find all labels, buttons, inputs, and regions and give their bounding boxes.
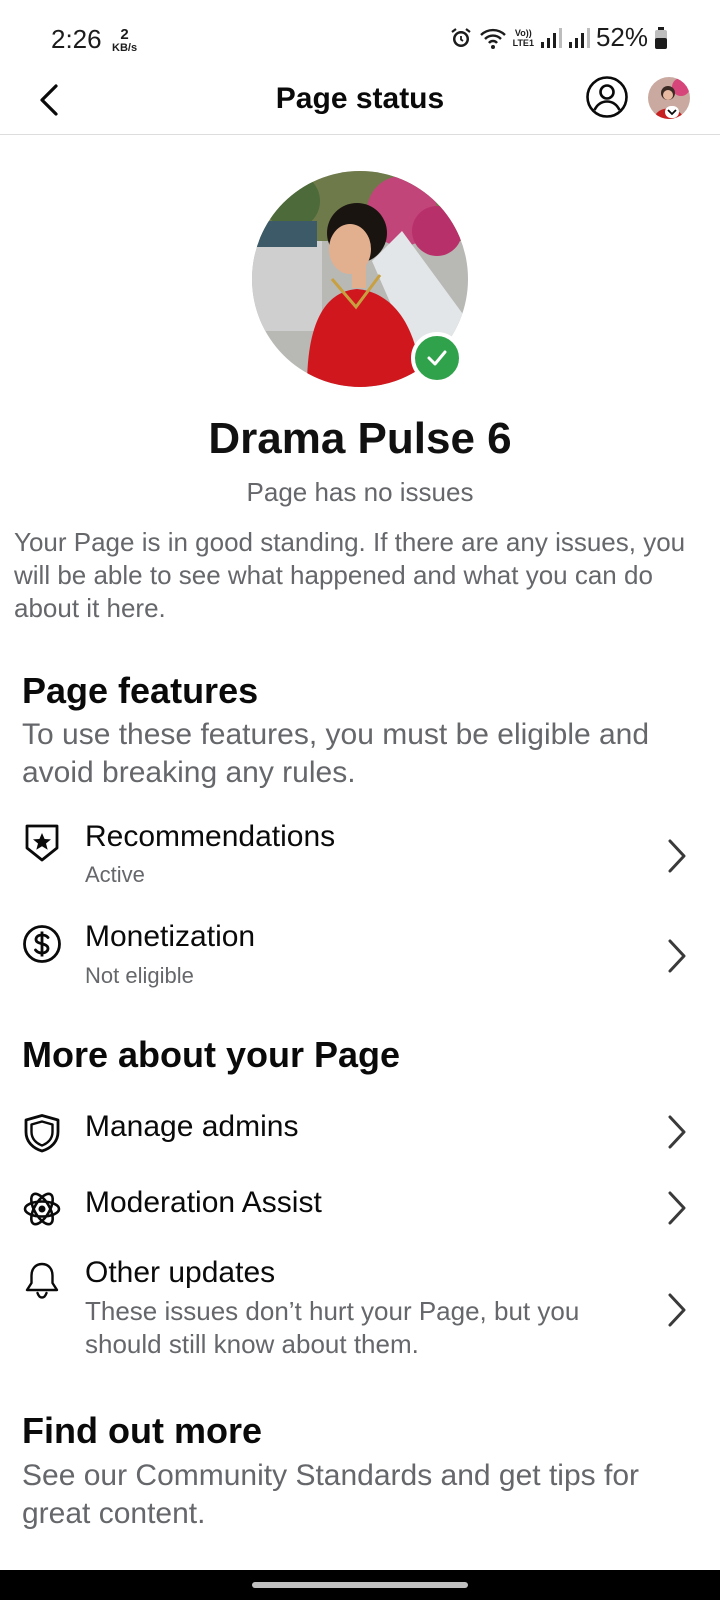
signal-1-icon: [540, 27, 562, 48]
recommendations-row[interactable]: Recommendations Active: [0, 812, 720, 898]
chevron-right-icon: [668, 939, 686, 973]
app-bar: Page status: [0, 70, 720, 135]
shield-star-icon: [25, 824, 59, 862]
profile-button[interactable]: [585, 75, 629, 119]
monetization-row[interactable]: Monetization Not eligible: [0, 914, 720, 1000]
home-gesture-handle[interactable]: [252, 1582, 468, 1588]
chevron-right-icon: [668, 1191, 686, 1225]
other-updates-row[interactable]: Other updates These issues don’t hurt yo…: [0, 1252, 720, 1364]
monetization-status: Not eligible: [85, 963, 194, 988]
verified-badge: [411, 332, 463, 384]
signal-2-icon: [568, 27, 590, 48]
battery-percent: 52%: [595, 22, 648, 52]
moderation-assist-label: Moderation Assist: [85, 1186, 322, 1219]
monetization-label: Monetization: [85, 920, 256, 953]
volte-indicator: Vo)) LTE1: [513, 28, 534, 48]
other-updates-label: Other updates: [85, 1256, 276, 1289]
status-time: 2:26: [51, 24, 102, 54]
wifi-icon: [479, 28, 506, 49]
network-speed-value: 2: [120, 26, 129, 43]
page-name: Drama Pulse 6: [208, 414, 512, 463]
volte-label: Vo)): [514, 27, 532, 38]
profile-icon: [586, 76, 628, 118]
chevron-down-icon: [665, 106, 679, 118]
chevron-right-icon: [668, 1115, 686, 1149]
more-about-title: More about your Page: [22, 1034, 401, 1075]
chevron-right-icon: [668, 839, 686, 873]
battery-icon: [655, 26, 667, 49]
find-out-more-title: Find out more: [22, 1410, 262, 1451]
find-out-more-subtitle: See our Community Standards and get tips…: [22, 1459, 639, 1530]
moderation-assist-row[interactable]: Moderation Assist: [0, 1176, 720, 1242]
chevron-right-icon: [668, 1293, 686, 1327]
page-state: Page has no issues: [246, 477, 474, 507]
alarm-icon: [450, 27, 471, 47]
manage-admins-label: Manage admins: [85, 1110, 299, 1143]
network-speed-unit: KB/s: [112, 42, 138, 54]
page-status-description: Your Page is in good standing. If there …: [14, 527, 686, 623]
network-speed: 2 KB/s: [112, 26, 138, 54]
page-features-title: Page features: [22, 670, 259, 711]
lte-label: LTE1: [512, 37, 534, 48]
status-icons: Vo)) LTE1 52%: [449, 22, 668, 53]
recommendations-label: Recommendations: [85, 820, 336, 853]
bell-icon: [25, 1262, 59, 1299]
status-bar: 2:26 2 KB/s Vo)) LTE1 52%: [0, 0, 720, 78]
manage-admins-row[interactable]: Manage admins: [0, 1100, 720, 1166]
recommendations-status: Active: [85, 862, 145, 887]
shield-icon: [24, 1114, 60, 1153]
system-navigation-bar: [0, 1570, 720, 1600]
page-features-subtitle: To use these features, you must be eligi…: [22, 718, 650, 789]
other-updates-description: These issues don’t hurt your Page, but y…: [85, 1296, 580, 1359]
checkmark-icon: [427, 350, 447, 366]
atom-gear-icon: [23, 1192, 61, 1226]
dollar-circle-icon: [23, 925, 61, 963]
